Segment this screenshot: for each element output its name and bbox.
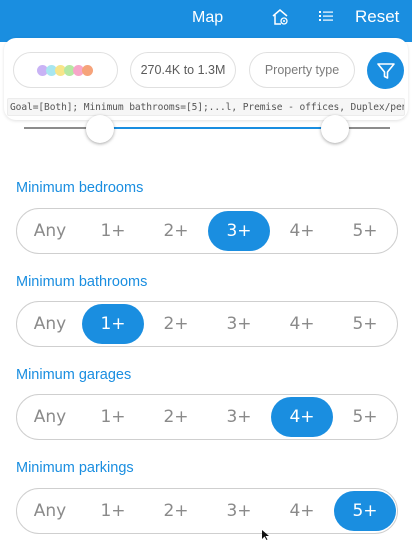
option-any[interactable]: Any [19, 397, 81, 437]
bathrooms-selector: Any 1+ 2+ 3+ 4+ 5+ [16, 301, 398, 347]
option-1-plus[interactable]: 1+ [82, 397, 144, 437]
option-5-plus[interactable]: 5+ [334, 211, 396, 251]
reset-button[interactable]: Reset [355, 7, 399, 27]
option-2-plus[interactable]: 2+ [145, 304, 207, 344]
section-title-bedrooms: Minimum bedrooms [16, 180, 144, 196]
option-any[interactable]: Any [19, 304, 81, 344]
option-5-plus[interactable]: 5+ [334, 491, 396, 531]
section-title-parkings: Minimum parkings [16, 460, 134, 476]
option-3-plus[interactable]: 3+ [208, 397, 270, 437]
filter-panel: 270.4K to 1.3M Property type Goal=[Both]… [4, 38, 408, 120]
option-4-plus[interactable]: 4+ [271, 211, 333, 251]
section-title-bathrooms: Minimum bathrooms [16, 274, 148, 290]
price-range-chip[interactable]: 270.4K to 1.3M [130, 52, 236, 88]
filter-summary: Goal=[Both]; Minimum bathrooms=[5];...l,… [7, 98, 405, 116]
option-3-plus[interactable]: 3+ [208, 491, 270, 531]
option-4-plus[interactable]: 4+ [271, 304, 333, 344]
option-3-plus[interactable]: 3+ [208, 304, 270, 344]
color-dots [36, 64, 93, 76]
option-2-plus[interactable]: 2+ [145, 211, 207, 251]
parkings-selector: Any 1+ 2+ 3+ 4+ 5+ [16, 488, 398, 534]
option-1-plus[interactable]: 1+ [82, 211, 144, 251]
map-button[interactable]: Map [192, 9, 223, 27]
color-dot [81, 64, 93, 76]
price-slider-range [100, 127, 336, 129]
option-3-plus[interactable]: 3+ [208, 211, 270, 251]
filter-icon [376, 62, 395, 79]
garages-selector: Any 1+ 2+ 3+ 4+ 5+ [16, 394, 398, 440]
option-2-plus[interactable]: 2+ [145, 397, 207, 437]
option-any[interactable]: Any [19, 491, 81, 531]
option-1-plus[interactable]: 1+ [82, 304, 144, 344]
mouse-cursor-icon [262, 530, 269, 540]
list-icon[interactable] [319, 9, 333, 23]
option-2-plus[interactable]: 2+ [145, 491, 207, 531]
section-title-garages: Minimum garages [16, 367, 132, 383]
option-1-plus[interactable]: 1+ [82, 491, 144, 531]
home-settings-icon[interactable] [271, 8, 289, 26]
top-bar: Map Reset [0, 0, 412, 42]
color-filter-chip[interactable] [13, 52, 118, 88]
option-5-plus[interactable]: 5+ [334, 304, 396, 344]
option-5-plus[interactable]: 5+ [334, 397, 396, 437]
option-any[interactable]: Any [19, 211, 81, 251]
bedrooms-selector: Any 1+ 2+ 3+ 4+ 5+ [16, 208, 398, 254]
option-4-plus[interactable]: 4+ [271, 397, 333, 437]
option-4-plus[interactable]: 4+ [271, 491, 333, 531]
slider-min-handle[interactable] [86, 115, 114, 143]
slider-max-handle[interactable] [321, 115, 349, 143]
property-type-chip[interactable]: Property type [249, 52, 355, 88]
filter-button[interactable] [367, 52, 404, 89]
